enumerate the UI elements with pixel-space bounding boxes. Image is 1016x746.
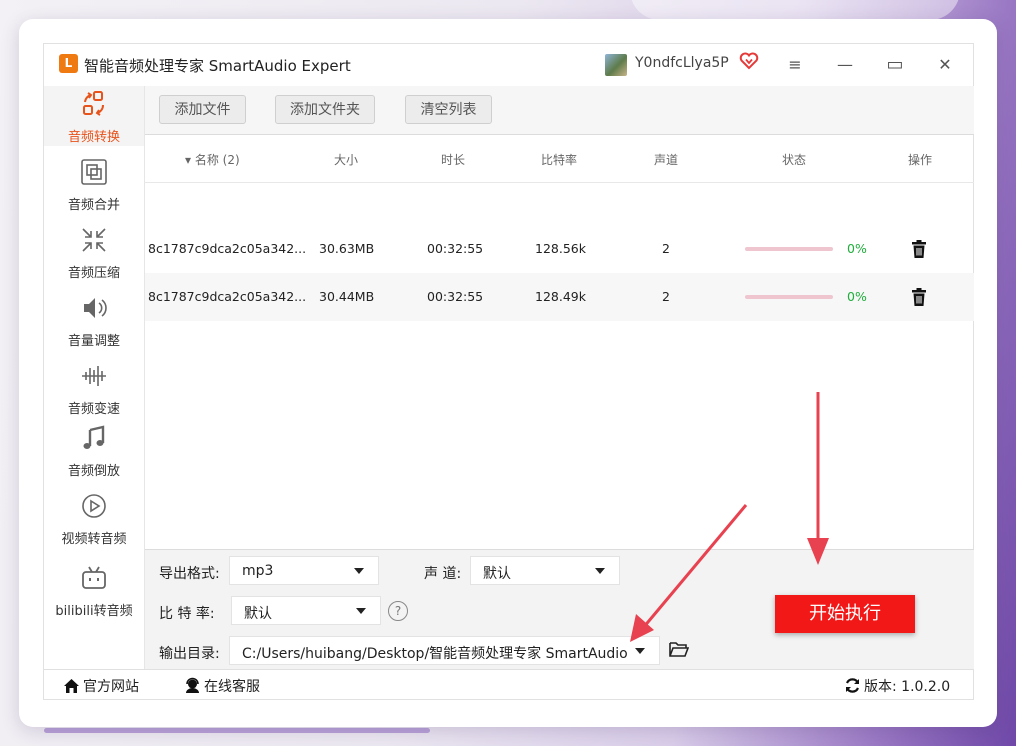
title-bar: L 智能音频处理专家 SmartAudio Expert Y0ndfcLlya5…	[44, 44, 973, 86]
folder-open-icon[interactable]	[669, 640, 689, 658]
chevron-down-icon	[595, 568, 605, 574]
file-bitrate: 128.49k	[535, 289, 586, 304]
header-action: 操作	[908, 153, 933, 167]
music-note-icon	[83, 425, 105, 449]
sidebar-item-audio-convert[interactable]: 音频转换	[44, 86, 144, 146]
background-glow	[630, 0, 960, 20]
sidebar-item-reverse[interactable]: 音频倒放	[44, 420, 144, 480]
trash-icon[interactable]	[909, 287, 929, 307]
maximize-button[interactable]: ▭	[886, 56, 904, 74]
chevron-down-icon	[354, 568, 364, 574]
settings-panel: 导出格式: mp3 声 道: 默认 比 特 率: 默认 ? 输出目录: C:/U…	[145, 549, 974, 669]
version-label: 版本: 1.0.2.0	[864, 679, 951, 695]
play-circle-icon	[82, 494, 106, 518]
compress-icon	[82, 228, 106, 252]
sidebar-item-label: 音频变速	[67, 402, 120, 417]
official-website-label: 官方网站	[83, 679, 139, 695]
help-icon[interactable]: ?	[388, 601, 408, 621]
sidebar-item-label: bilibili转音频	[55, 604, 133, 619]
trash-icon[interactable]	[909, 239, 929, 259]
merge-icon	[81, 159, 107, 185]
sidebar-item-audio-merge[interactable]: 音频合并	[44, 154, 144, 214]
sidebar-item-bilibili[interactable]: bilibili转音频	[44, 560, 144, 620]
app-logo-icon: L	[59, 54, 78, 73]
sidebar-item-label: 音频压缩	[67, 266, 120, 281]
file-name: 8c1787c9dca2c05a342...	[148, 241, 307, 256]
app-window: L 智能音频处理专家 SmartAudio Expert Y0ndfcLlya5…	[43, 43, 974, 700]
speed-icon	[82, 366, 106, 386]
user-avatar[interactable]	[605, 54, 627, 76]
format-label: 导出格式:	[159, 566, 220, 582]
bitrate-value: 默认	[244, 606, 272, 622]
online-support-label: 在线客服	[204, 679, 260, 695]
chevron-down-icon	[635, 648, 645, 654]
main-panel: 添加文件 添加文件夹 清空列表 ▾ 名称 (2) 大小 时长 比特率 声道 状态…	[144, 86, 974, 669]
add-file-button[interactable]: 添加文件	[159, 95, 246, 124]
output-dir-select[interactable]: C:/Users/huibang/Desktop/智能音频处理专家 SmartA…	[229, 636, 660, 665]
sidebar-item-video-to-audio[interactable]: 视频转音频	[44, 488, 144, 548]
header-duration: 时长	[441, 153, 466, 167]
chevron-down-icon	[356, 608, 366, 614]
bitrate-label: 比 特 率:	[159, 606, 215, 622]
progress-percent: 0%	[847, 289, 867, 304]
file-duration: 00:32:55	[427, 289, 484, 304]
online-support-link[interactable]: 在线客服	[184, 676, 260, 696]
format-select[interactable]: mp3	[229, 556, 379, 585]
header-size: 大小	[334, 153, 359, 167]
volume-icon	[84, 298, 107, 318]
output-dir-value: C:/Users/huibang/Desktop/智能音频处理专家 SmartA…	[242, 646, 628, 662]
header-channels: 声道	[654, 153, 679, 167]
file-size: 30.44MB	[319, 289, 375, 304]
app-title: 智能音频处理专家 SmartAudio Expert	[84, 57, 351, 75]
minimize-button[interactable]: —	[836, 56, 854, 74]
customer-service-icon	[186, 677, 199, 693]
channel-label: 声 道:	[424, 566, 462, 582]
menu-icon[interactable]: ≡	[786, 56, 804, 74]
file-bitrate: 128.56k	[535, 241, 586, 256]
file-channels: 2	[662, 289, 670, 304]
header-bitrate: 比特率	[541, 153, 578, 167]
version-info[interactable]: 版本: 1.0.2.0	[844, 676, 950, 696]
file-duration: 00:32:55	[427, 241, 484, 256]
file-size: 30.63MB	[319, 241, 375, 256]
sidebar-item-label: 音频转换	[67, 130, 120, 145]
refresh-icon	[845, 678, 860, 693]
header-status: 状态	[782, 153, 807, 167]
username[interactable]: Y0ndfcLlya5P	[635, 55, 729, 71]
progress-bar	[745, 247, 833, 251]
sidebar-item-label: 视频转音频	[61, 532, 127, 547]
start-button[interactable]: 开始执行	[775, 595, 915, 633]
output-label: 输出目录:	[159, 646, 220, 662]
vip-heart-icon[interactable]	[739, 51, 759, 71]
sidebar-item-volume[interactable]: 音量调整	[44, 290, 144, 350]
toolbar: 添加文件 添加文件夹 清空列表	[145, 86, 974, 135]
sidebar-item-speed[interactable]: 音频变速	[44, 358, 144, 418]
bilibili-icon	[82, 566, 106, 589]
progress-bar	[745, 295, 833, 299]
channel-select[interactable]: 默认	[470, 556, 620, 585]
clear-list-button[interactable]: 清空列表	[405, 95, 492, 124]
sidebar-item-label: 音频合并	[67, 198, 120, 213]
add-folder-button[interactable]: 添加文件夹	[275, 95, 375, 124]
table-header: ▾ 名称 (2) 大小 时长 比特率 声道 状态 操作	[145, 135, 974, 183]
home-icon	[64, 679, 79, 693]
status-bar: 官方网站 在线客服 版本: 1.0.2.0	[44, 669, 973, 700]
format-value: mp3	[242, 563, 274, 579]
background-bar	[44, 728, 430, 733]
progress-percent: 0%	[847, 241, 867, 256]
close-button[interactable]: ✕	[936, 56, 954, 74]
official-website-link[interactable]: 官方网站	[63, 676, 139, 696]
bitrate-select[interactable]: 默认	[231, 596, 381, 625]
file-name: 8c1787c9dca2c05a342...	[148, 289, 307, 304]
sidebar-item-label: 音量调整	[67, 334, 120, 349]
table-row[interactable]: 8c1787c9dca2c05a342... 30.63MB 00:32:55 …	[145, 225, 974, 273]
table-row[interactable]: 8c1787c9dca2c05a342... 30.44MB 00:32:55 …	[145, 273, 974, 321]
header-name[interactable]: ▾ 名称 (2)	[185, 151, 240, 168]
audio-convert-icon	[83, 91, 104, 116]
file-channels: 2	[662, 241, 670, 256]
sidebar-item-label: 音频倒放	[67, 464, 120, 479]
sidebar-item-audio-compress[interactable]: 音频压缩	[44, 222, 144, 282]
sidebar: 音频转换 音频合并 音频压缩 音量调整 音频变速 音频倒放 视频转音频 bili…	[44, 86, 144, 669]
channel-value: 默认	[483, 566, 511, 582]
